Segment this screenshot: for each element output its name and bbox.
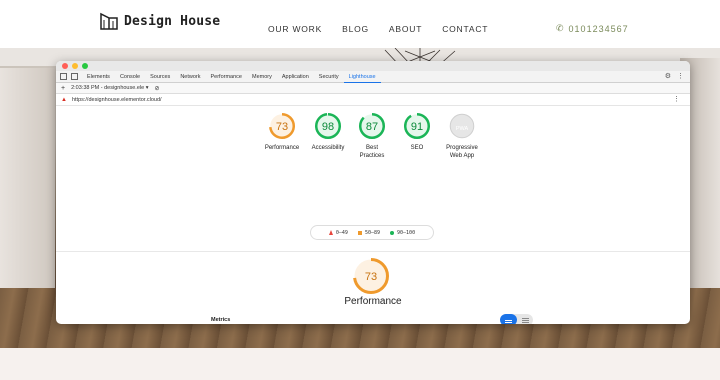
section-divider xyxy=(56,251,690,252)
lighthouse-toolbar: + 2:03:38 PM - designhouse.ele ▾ ⊘ xyxy=(56,83,690,94)
score-legend: 0–49 50–89 90–100 xyxy=(310,225,434,240)
phone-icon: ✆ xyxy=(556,23,565,33)
score-circle-progressive-web-app: PWA xyxy=(449,113,475,139)
legend-fail-range: 0–49 xyxy=(335,229,348,236)
score-circle-seo-value: 91 xyxy=(411,121,423,133)
score-label-best-practices: Best Practices xyxy=(359,145,385,159)
report-select[interactable]: 2:03:38 PM - designhouse.ele ▾ xyxy=(71,85,148,91)
score-circle-accessibility: 98 xyxy=(315,113,341,139)
performance-gauge: 73 xyxy=(352,257,392,300)
add-report-icon[interactable]: + xyxy=(61,85,65,92)
lighthouse-logo-icon: ▲ xyxy=(61,96,67,103)
tab-lighthouse[interactable]: Lighthouse xyxy=(343,71,381,83)
score-circle-best-practices-value: 87 xyxy=(366,121,378,133)
tab-network[interactable]: Network xyxy=(175,71,205,83)
hero-window-left xyxy=(0,68,55,308)
tab-console[interactable]: Console xyxy=(115,71,145,83)
close-window-button[interactable] xyxy=(62,63,68,69)
score-label-accessibility: Accessibility xyxy=(311,145,345,151)
performance-score-circle-value: 73 xyxy=(365,271,377,283)
score-gauge-progressive-web-app[interactable]: PWA Progressive Web App xyxy=(437,112,487,160)
clear-reports-icon[interactable]: ⊘ xyxy=(154,85,159,92)
average-square-icon xyxy=(357,230,362,235)
performance-title: Performance xyxy=(344,296,402,307)
site-header: Design House OUR WORK BLOG ABOUT CONTACT… xyxy=(0,0,720,48)
score-gauge-seo[interactable]: 91 SEO xyxy=(392,112,442,152)
window-titlebar xyxy=(56,61,690,71)
nav-blog[interactable]: BLOG xyxy=(342,24,369,34)
minimize-window-button[interactable] xyxy=(72,63,78,69)
phone-number: 0101234567 xyxy=(568,23,629,34)
tab-elements[interactable]: Elements xyxy=(82,71,115,83)
score-label-progressive-web-app: Progressive Web App xyxy=(446,145,478,159)
expanded-view-icon[interactable] xyxy=(517,314,533,324)
house-logo-icon xyxy=(100,12,118,30)
tab-memory[interactable]: Memory xyxy=(247,71,277,83)
page-bottom-band xyxy=(0,348,720,380)
score-circle-accessibility-value: 98 xyxy=(322,121,334,133)
browser-window: Elements Console Sources Network Perform… xyxy=(56,61,690,324)
tab-sources[interactable]: Sources xyxy=(145,71,175,83)
report-menu-icon[interactable]: ⋮ xyxy=(673,95,680,103)
score-gauge-best-practices[interactable]: 87 Best Practices xyxy=(347,112,397,160)
score-circle-seo: 91 xyxy=(404,113,430,139)
metrics-view-toggle[interactable] xyxy=(500,314,533,324)
inspect-element-icon[interactable] xyxy=(60,73,67,80)
metrics-heading: Metrics xyxy=(211,317,231,323)
phone-link[interactable]: ✆ 0101234567 xyxy=(556,23,629,34)
performance-score-circle: 73 xyxy=(353,258,389,294)
tab-security[interactable]: Security xyxy=(314,71,344,83)
report-url[interactable]: https://designhouse.elementor.cloud/ xyxy=(72,97,162,103)
main-nav: OUR WORK BLOG ABOUT CONTACT xyxy=(268,24,488,34)
brand-name: Design House xyxy=(124,13,221,29)
nav-contact[interactable]: CONTACT xyxy=(442,24,488,34)
pass-circle-icon xyxy=(390,230,395,235)
legend-fail: 0–49 xyxy=(328,229,348,236)
score-circle-performance-value: 73 xyxy=(276,121,288,133)
brand-logo[interactable]: Design House xyxy=(100,12,220,30)
score-gauge-performance[interactable]: 73 Performance xyxy=(257,112,307,152)
settings-gear-icon[interactable]: ⚙ xyxy=(665,72,671,80)
more-options-icon[interactable]: ⋮ xyxy=(677,72,684,80)
nav-our-work[interactable]: OUR WORK xyxy=(268,24,322,34)
score-gauge-accessibility[interactable]: 98 Accessibility xyxy=(303,112,353,152)
score-circle-performance: 73 xyxy=(269,113,295,139)
nav-about[interactable]: ABOUT xyxy=(389,24,422,34)
report-url-bar: ▲ https://designhouse.elementor.cloud/ ⋮ xyxy=(56,94,690,106)
score-circle-best-practices: 87 xyxy=(359,113,385,139)
legend-average-range: 50–89 xyxy=(364,229,381,236)
devtools-tabbar: Elements Console Sources Network Perform… xyxy=(56,71,690,83)
score-label-seo: SEO xyxy=(410,145,424,151)
category-scores: 73 Performance 98 Accessibility 87 Best Practi… xyxy=(56,106,690,182)
tab-application[interactable]: Application xyxy=(277,71,314,83)
maximize-window-button[interactable] xyxy=(82,63,88,69)
legend-pass: 90–100 xyxy=(390,230,415,236)
tab-performance[interactable]: Performance xyxy=(205,71,247,83)
legend-average: 50–89 xyxy=(357,229,381,236)
compact-view-icon[interactable] xyxy=(500,314,517,324)
fail-triangle-icon xyxy=(328,230,333,235)
device-toggle-icon[interactable] xyxy=(71,73,78,80)
legend-pass-range: 90–100 xyxy=(397,229,416,236)
score-circle-progressive-web-app-value: PWA xyxy=(456,126,469,132)
score-label-performance: Performance xyxy=(264,145,300,151)
lighthouse-report: 73 Performance 98 Accessibility 87 Best Practi… xyxy=(56,106,690,324)
